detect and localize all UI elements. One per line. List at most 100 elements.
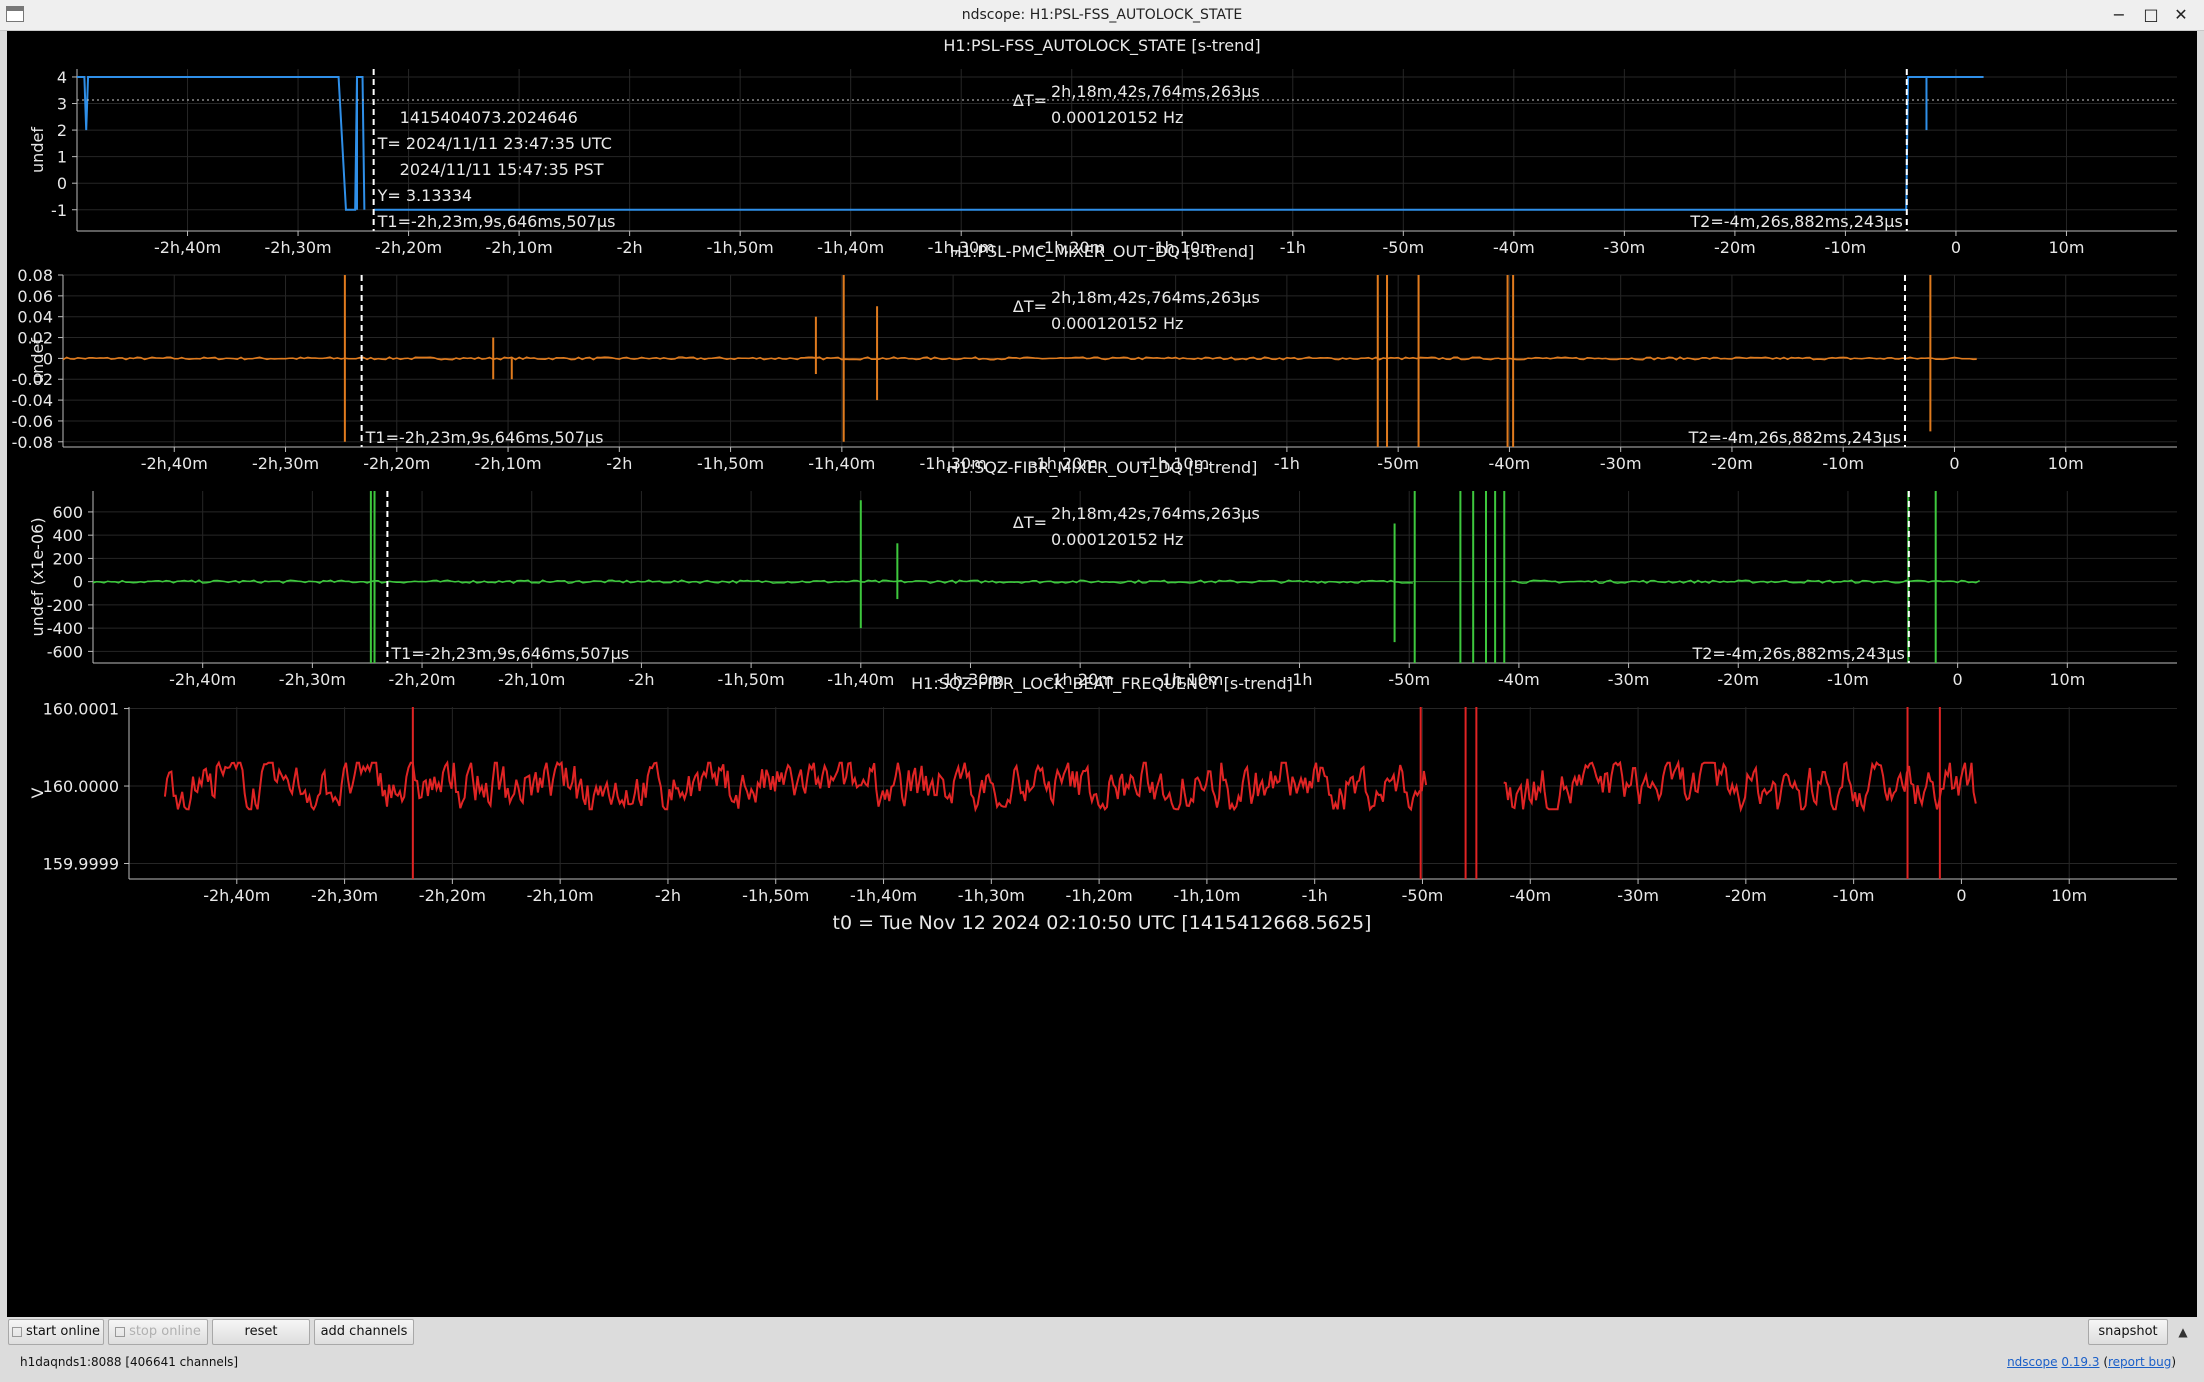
panel-1-xtick-label-11: -50m	[1382, 238, 1424, 257]
panel-3-xtick-label-2: -2h,20m	[388, 670, 455, 689]
panel-4-xtick-label-16: 0	[1956, 886, 1966, 905]
panel-1-xtick-label-15: -10m	[1825, 238, 1867, 257]
panel-2-ytick-label-8: -0.08	[12, 433, 53, 452]
panel-3-dt-frequency: 0.000120152 Hz	[1051, 530, 1183, 549]
panel-2-xtick-label-0: -2h,40m	[141, 454, 208, 473]
collapse-toolbar-icon[interactable]: ▲	[2176, 1325, 2190, 1339]
panel-4-ytick-label-1: 160.0000	[43, 777, 119, 796]
panel-2-xtick-label-15: -10m	[1822, 454, 1864, 473]
cursor-readout-pst: 2024/11/11 15:47:35 PST	[400, 160, 604, 179]
panel-1-ytick-label-5: -1	[51, 201, 67, 220]
panel-1-xtick-label-13: -30m	[1604, 238, 1646, 257]
panel-4-xtick-label-1: -2h,30m	[311, 886, 378, 905]
panel-1-ytick-label-4: 0	[57, 174, 67, 193]
panel-1-ytick-label-1: 3	[57, 95, 67, 114]
panel-1-ytick-label-0: 4	[57, 68, 67, 87]
panel-1-t2-label: T2=-4m,26s,882ms,243µs	[1689, 212, 1902, 231]
panel-2-xtick-label-14: -20m	[1711, 454, 1753, 473]
channel-count: [406641 channels]	[125, 1355, 239, 1369]
t0-label: t0 = Tue Nov 12 2024 02:10:50 UTC [14154…	[833, 912, 1372, 934]
snapshot-button[interactable]: snapshot	[2088, 1319, 2168, 1345]
panel-1-xtick-label-10: -1h	[1280, 238, 1306, 257]
reset-button[interactable]: reset	[212, 1319, 310, 1345]
panel-2-title: H1:PSL-PMC_MIXER_OUT_DQ [s-trend]	[950, 242, 1254, 262]
panel-2-ytick-label-5: -0.02	[12, 370, 53, 389]
panel-3-xtick-label-11: -50m	[1388, 670, 1430, 689]
panel-1-xtick-label-6: -1h,40m	[817, 238, 884, 257]
panel-3-xtick-label-12: -40m	[1498, 670, 1540, 689]
panel-4-xtick-label-13: -30m	[1617, 886, 1659, 905]
panel-1-xtick-label-4: -2h	[617, 238, 643, 257]
panel-3-xtick-label-0: -2h,40m	[169, 670, 236, 689]
panel-2-xtick-label-4: -2h	[606, 454, 632, 473]
panel-2-t1-label: T1=-2h,23m,9s,646ms,507µs	[365, 428, 604, 447]
plots-svg[interactable]: H1:PSL-FSS_AUTOLOCK_STATE [s-trend] undef…	[7, 31, 2197, 1317]
panel-1-ylabel: undef	[28, 127, 47, 173]
panel-3-xtick-label-16: 0	[1953, 670, 1963, 689]
panel-1-dt-value: 2h,18m,42s,764ms,263µs	[1051, 82, 1260, 101]
panel-4-xtick-label-0: -2h,40m	[203, 886, 270, 905]
stop-online-label: stop online	[129, 1324, 201, 1339]
panel-3-ylabel: undef (x1e-06)	[28, 517, 47, 636]
version-link[interactable]: 0.19.3	[2061, 1355, 2099, 1369]
panel-2-xtick-label-12: -40m	[1489, 454, 1531, 473]
panel-1-title: H1:PSL-FSS_AUTOLOCK_STATE [s-trend]	[943, 36, 1260, 56]
panel-1-xtick-label-5: -1h,50m	[707, 238, 774, 257]
panel-3-xtick-label-14: -20m	[1717, 670, 1759, 689]
start-online-button[interactable]: start online	[8, 1319, 104, 1345]
panel-4-xtick-label-9: -1h,10m	[1173, 886, 1240, 905]
about-links: ndscope 0.19.3 (report bug)	[2007, 1355, 2176, 1369]
panel-4-ytick-label-0: 160.0001	[43, 700, 119, 719]
panel-1-xtick-label-1: -2h,30m	[264, 238, 331, 257]
panel-2-xtick-label-6: -1h,40m	[808, 454, 875, 473]
panel-3-ytick-label-0: 600	[52, 503, 83, 522]
panel-4-xtick-label-6: -1h,40m	[850, 886, 917, 905]
panel-2-xtick-label-1: -2h,30m	[252, 454, 319, 473]
panel-3-xtick-label-6: -1h,40m	[827, 670, 894, 689]
panel-3-ytick-label-2: 200	[52, 549, 83, 568]
panel-4-xtick-label-11: -50m	[1402, 886, 1444, 905]
panel-2-xtick-label-3: -2h,10m	[474, 454, 541, 473]
panel-2-ytick-label-1: 0.06	[17, 287, 53, 306]
panel-4-xtick-label-4: -2h	[655, 886, 681, 905]
panel-3-title: H1:SQZ-FIBR_MIXER_OUT_DQ [s-trend]	[947, 458, 1258, 478]
report-bug-link[interactable]: report bug	[2108, 1355, 2171, 1369]
panel-1-ytick-label-3: 1	[57, 148, 67, 167]
minimize-icon[interactable]: −	[2108, 4, 2130, 26]
restore-icon[interactable]: □	[2140, 4, 2162, 26]
panel-4-xtick-label-14: -20m	[1725, 886, 1767, 905]
panel-2-xtick-label-13: -30m	[1600, 454, 1642, 473]
panel-1-t1-label: T1=-2h,23m,9s,646ms,507µs	[377, 212, 616, 231]
panel-3-xtick-label-4: -2h	[628, 670, 654, 689]
bottom-toolbar: start online stop online reset add chann…	[0, 1317, 2204, 1382]
panel-2-ytick-label-0: 0.08	[17, 266, 53, 285]
panel-3-dt-prefix: ΔT=	[1013, 513, 1047, 532]
window-title: ndscope: H1:PSL-FSS_AUTOLOCK_STATE	[961, 7, 1243, 23]
cursor-readout-gps: 1415404073.2024646	[400, 108, 578, 127]
panel-1-xtick-label-14: -20m	[1714, 238, 1756, 257]
stop-online-button[interactable]: stop online	[108, 1319, 208, 1345]
panel-2-xtick-label-5: -1h,50m	[697, 454, 764, 473]
panel-4-xtick-label-5: -1h,50m	[742, 886, 809, 905]
panel-4-xtick-label-8: -1h,20m	[1066, 886, 1133, 905]
ndscope-link[interactable]: ndscope	[2007, 1355, 2057, 1369]
stop-icon	[115, 1326, 126, 1337]
plot-area[interactable]: H1:PSL-FSS_AUTOLOCK_STATE [s-trend] undef…	[7, 31, 2197, 1317]
window-titlebar: ndscope: H1:PSL-FSS_AUTOLOCK_STATE − □ ✕	[0, 0, 2204, 31]
panel-3-xtick-label-15: -10m	[1827, 670, 1869, 689]
panel-2-xtick-label-2: -2h,20m	[363, 454, 430, 473]
panel-3-ytick-label-4: -200	[47, 596, 83, 615]
close-icon[interactable]: ✕	[2170, 4, 2192, 26]
panel-4-xtick-label-7: -1h,30m	[958, 886, 1025, 905]
panel-3-ytick-label-1: 400	[52, 526, 83, 545]
panel-1-xtick-label-12: -40m	[1493, 238, 1535, 257]
panel-3-ytick-label-5: -400	[47, 619, 83, 638]
panel-1-xtick-label-2: -2h,20m	[375, 238, 442, 257]
panel-2-ytick-label-2: 0.04	[17, 308, 53, 327]
panel-2-ytick-label-6: -0.04	[12, 391, 53, 410]
panel-1-xtick-label-16: 0	[1951, 238, 1961, 257]
add-channels-button[interactable]: add channels	[314, 1319, 414, 1345]
status-bar: h1daqnds1:8088 [406641 channels]	[20, 1355, 238, 1369]
panel-3-ytick-label-3: 0	[73, 573, 83, 592]
panel-4-xtick-label-3: -2h,10m	[527, 886, 594, 905]
